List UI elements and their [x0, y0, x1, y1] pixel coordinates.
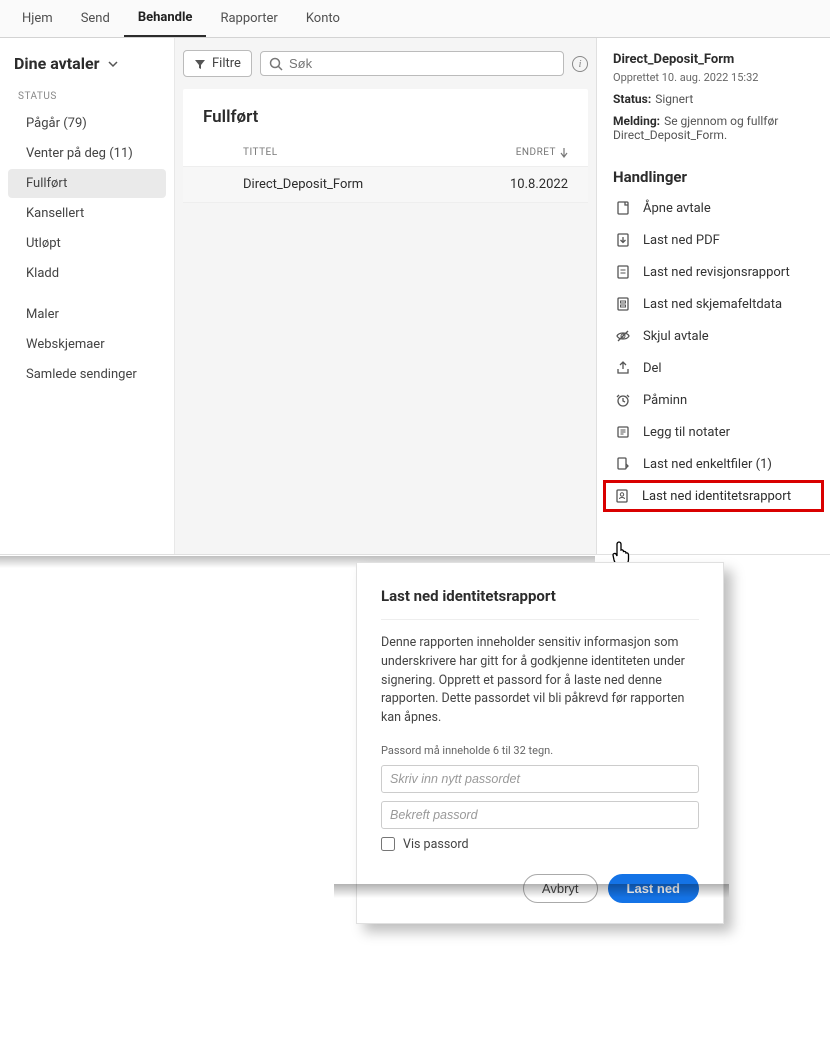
- action-remind[interactable]: Påminn: [613, 384, 814, 416]
- reminder-icon: [615, 392, 631, 408]
- card-title: Fullført: [183, 89, 588, 139]
- show-password-row[interactable]: Vis passord: [381, 837, 699, 852]
- th-title[interactable]: TITTEL: [243, 147, 498, 158]
- show-password-label: Vis passord: [403, 837, 469, 852]
- sidebar-item-cancelled[interactable]: Kansellert: [8, 199, 166, 228]
- action-download-audit[interactable]: Last ned revisjonsrapport: [613, 256, 814, 288]
- sidebar: Dine avtaler STATUS Pågår (79) Venter på…: [0, 38, 175, 554]
- action-download-formdata[interactable]: Last ned skjemafeltdata: [613, 288, 814, 320]
- download-button[interactable]: Last ned: [608, 874, 699, 903]
- table-header: TITTEL ENDRET: [183, 139, 588, 167]
- toolbar: Filtre i: [183, 50, 588, 77]
- filter-icon: [194, 58, 206, 70]
- agreements-card: Fullført TITTEL ENDRET Direct_Deposit_Fo…: [183, 89, 588, 203]
- sidebar-item-waiting[interactable]: Venter på deg (11): [8, 139, 166, 168]
- open-icon: [615, 200, 631, 216]
- chevron-down-icon: [107, 58, 119, 70]
- filter-label: Filtre: [212, 56, 241, 71]
- download-pdf-icon: [615, 232, 631, 248]
- audit-report-icon: [615, 264, 631, 280]
- nav-manage[interactable]: Behandle: [124, 0, 207, 37]
- table-row[interactable]: Direct_Deposit_Form 10.8.2022: [183, 167, 588, 203]
- sidebar-item-in-progress[interactable]: Pågår (79): [8, 109, 166, 138]
- search-icon: [269, 57, 283, 71]
- form-data-icon: [615, 296, 631, 312]
- action-open-agreement[interactable]: Åpne avtale: [613, 192, 814, 224]
- dialog-body: Denne rapporten inneholder sensitiv info…: [381, 634, 699, 728]
- new-password-input[interactable]: [381, 765, 699, 793]
- dialog-buttons: Avbryt Last ned: [381, 874, 699, 903]
- nav-send[interactable]: Send: [67, 0, 124, 37]
- hide-icon: [615, 328, 631, 344]
- filter-button[interactable]: Filtre: [183, 50, 252, 77]
- row-date: 10.8.2022: [498, 177, 568, 192]
- cancel-button[interactable]: Avbryt: [523, 874, 598, 903]
- info-icon[interactable]: i: [572, 56, 588, 72]
- sidebar-item-draft[interactable]: Kladd: [8, 259, 166, 288]
- main-area: Dine avtaler STATUS Pågår (79) Venter på…: [0, 38, 830, 555]
- actions-heading: Handlinger: [613, 168, 814, 186]
- center-column: Filtre i Fullført TITTEL ENDRET Direct_D…: [175, 38, 596, 554]
- sidebar-item-bulk[interactable]: Samlede sendinger: [8, 360, 166, 389]
- search-field-wrap[interactable]: [260, 51, 564, 76]
- show-password-checkbox[interactable]: [381, 837, 395, 851]
- th-edited[interactable]: ENDRET: [498, 147, 568, 158]
- sidebar-title-row[interactable]: Dine avtaler: [0, 44, 174, 85]
- agreement-status: Status:Signert: [613, 92, 814, 106]
- dialog-hint: Passord må inneholde 6 til 32 tegn.: [381, 744, 699, 757]
- agreement-created: Opprettet 10. aug. 2022 15:32: [613, 71, 814, 84]
- agreement-title: Direct_Deposit_Form: [613, 52, 814, 67]
- details-panel: Direct_Deposit_Form Opprettet 10. aug. 2…: [596, 38, 830, 554]
- top-nav: Hjem Send Behandle Rapporter Konto: [0, 0, 830, 38]
- sort-down-icon: [560, 148, 568, 158]
- sidebar-item-webforms[interactable]: Webskjemaer: [8, 330, 166, 359]
- agreement-message: Melding:Se gjennom og fullfør Direct_Dep…: [613, 114, 814, 142]
- sidebar-title: Dine avtaler: [14, 54, 99, 73]
- nav-reports[interactable]: Rapporter: [206, 0, 291, 37]
- download-identity-dialog: Last ned identitetsrapport Denne rapport…: [356, 562, 724, 924]
- action-share[interactable]: Del: [613, 352, 814, 384]
- dialog-title: Last ned identitetsrapport: [381, 587, 699, 620]
- search-input[interactable]: [289, 56, 555, 71]
- sidebar-item-completed[interactable]: Fullført: [8, 169, 166, 198]
- action-download-individual[interactable]: Last ned enkeltfiler (1): [613, 448, 814, 480]
- notes-icon: [615, 424, 631, 440]
- nav-home[interactable]: Hjem: [8, 0, 67, 37]
- action-download-identity-report[interactable]: Last ned identitetsrapport: [603, 480, 824, 512]
- nav-account[interactable]: Konto: [292, 0, 354, 37]
- download-files-icon: [615, 456, 631, 472]
- action-download-pdf[interactable]: Last ned PDF: [613, 224, 814, 256]
- status-section-label: STATUS: [0, 85, 174, 108]
- row-title: Direct_Deposit_Form: [243, 177, 498, 192]
- share-icon: [615, 360, 631, 376]
- sidebar-item-expired[interactable]: Utløpt: [8, 229, 166, 258]
- identity-report-icon: [614, 488, 630, 504]
- sidebar-item-templates[interactable]: Maler: [8, 300, 166, 329]
- confirm-password-input[interactable]: [381, 801, 699, 829]
- action-add-notes[interactable]: Legg til notater: [613, 416, 814, 448]
- action-hide-agreement[interactable]: Skjul avtale: [613, 320, 814, 352]
